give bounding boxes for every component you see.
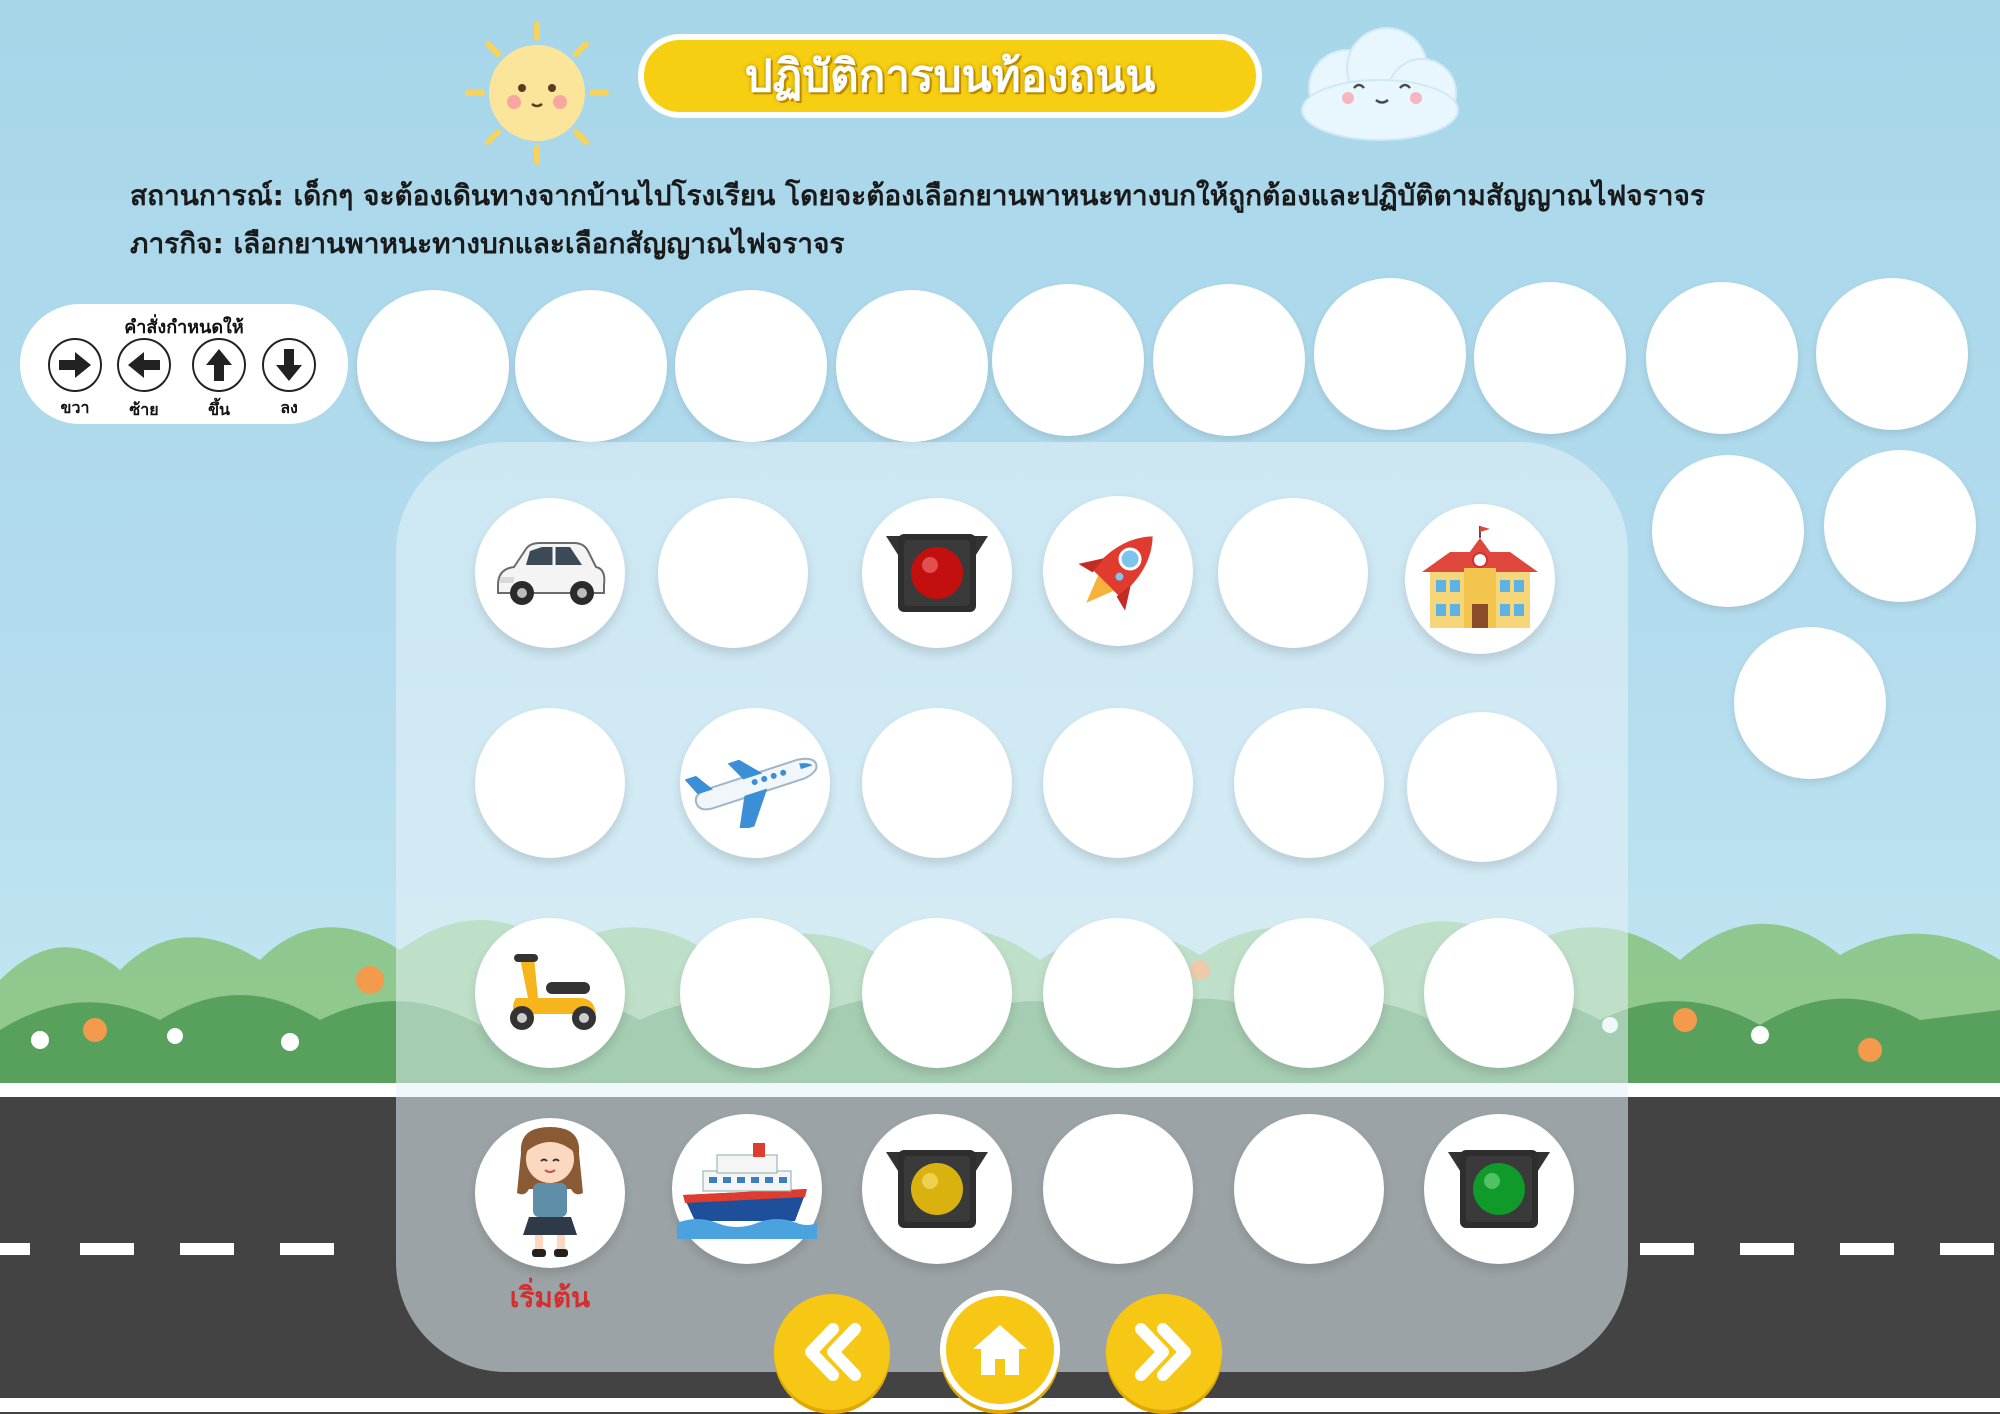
answer-slot[interactable]: [1474, 282, 1626, 434]
grid-cell-green-light[interactable]: [1424, 1114, 1574, 1264]
sun-icon: [465, 21, 609, 165]
answer-slot[interactable]: [836, 290, 988, 442]
school-icon: [1422, 526, 1538, 628]
home-icon: [973, 1325, 1027, 1375]
answer-slot[interactable]: [1314, 278, 1466, 430]
green-traffic-light-icon: [1448, 1150, 1550, 1228]
grid-cell-yellow-light[interactable]: [862, 1114, 1012, 1264]
answer-slot[interactable]: [515, 290, 667, 442]
arrow-up-icon[interactable]: [192, 338, 246, 392]
double-chevron-left-icon: [805, 1323, 861, 1381]
command-label-left: ซ้าย: [129, 400, 159, 419]
cloud-icon: [1301, 27, 1459, 141]
answer-slot[interactable]: [675, 290, 827, 442]
arrow-down-icon[interactable]: [262, 338, 316, 392]
answer-slot[interactable]: [1646, 282, 1798, 434]
scenario-text: สถานการณ์: เด็กๆ จะต้องเดินทางจากบ้านไปโ…: [130, 179, 1705, 212]
grid-cell-empty[interactable]: [680, 918, 830, 1068]
command-legend: คำสั่งกำหนดให้ ขวา ซ้าย ขึ้น ลง: [20, 304, 348, 424]
double-chevron-right-icon: [1135, 1323, 1191, 1381]
arrow-left-icon[interactable]: [117, 338, 171, 392]
home-button[interactable]: [940, 1290, 1060, 1410]
grid-cell-girl[interactable]: [475, 1118, 625, 1268]
grid-cell-empty[interactable]: [1043, 708, 1193, 858]
command-label-down: ลง: [280, 398, 298, 417]
grid-cell-empty[interactable]: [658, 498, 808, 648]
grid-cell-empty[interactable]: [862, 918, 1012, 1068]
grid-cell-empty[interactable]: [475, 708, 625, 858]
grid-cell-scooter[interactable]: [475, 918, 625, 1068]
grid-cell-rocket[interactable]: [1043, 496, 1193, 646]
previous-button[interactable]: [774, 1294, 890, 1410]
grid-cell-ship[interactable]: [672, 1114, 822, 1264]
command-legend-title: คำสั่งกำหนดให้: [124, 317, 244, 338]
command-label-right: ขวา: [60, 398, 90, 417]
answer-slot[interactable]: [1816, 278, 1968, 430]
answer-slot[interactable]: [357, 290, 509, 442]
rocket-icon: [1078, 536, 1153, 611]
airplane-icon: [685, 757, 818, 828]
grid-cell-empty[interactable]: [1218, 498, 1368, 648]
grid-cell-empty[interactable]: [1043, 1114, 1193, 1264]
grid-cell-airplane[interactable]: [680, 708, 830, 858]
grid-cell-empty[interactable]: [1234, 1114, 1384, 1264]
girl-character-icon: [517, 1127, 583, 1257]
grid-cell-school[interactable]: [1405, 504, 1555, 654]
answer-slot[interactable]: [992, 284, 1144, 436]
grid-cell-car[interactable]: [475, 498, 625, 648]
next-button[interactable]: [1106, 1294, 1222, 1410]
yellow-traffic-light-icon: [886, 1150, 988, 1228]
grid-cell-empty[interactable]: [1234, 918, 1384, 1068]
answer-slot[interactable]: [1734, 627, 1886, 779]
red-traffic-light-icon: [886, 534, 988, 612]
command-label-up: ขึ้น: [208, 400, 230, 419]
grid-cell-empty[interactable]: [1424, 918, 1574, 1068]
car-icon: [497, 542, 606, 605]
mission-text: ภารกิจ: เลือกยานพาหนะทางบกและเลือกสัญญาณ…: [130, 227, 845, 260]
page-title: ปฏิบัติการบนท้องถนน: [744, 51, 1156, 102]
grid-cell-empty[interactable]: [1407, 712, 1557, 862]
ship-icon: [677, 1143, 817, 1239]
answer-slot[interactable]: [1824, 450, 1976, 602]
arrow-right-icon[interactable]: [48, 338, 102, 392]
title-banner: ปฏิบัติการบนท้องถนน: [638, 34, 1262, 118]
grid-cell-empty[interactable]: [862, 708, 1012, 858]
answer-slot[interactable]: [1652, 455, 1804, 607]
scooter-icon: [510, 954, 596, 1030]
start-label: เริ่มต้น: [509, 1281, 591, 1314]
grid-cell-red-light[interactable]: [862, 498, 1012, 648]
answer-slot[interactable]: [1153, 284, 1305, 436]
grid-cell-empty[interactable]: [1234, 708, 1384, 858]
grid-cell-empty[interactable]: [1043, 918, 1193, 1068]
